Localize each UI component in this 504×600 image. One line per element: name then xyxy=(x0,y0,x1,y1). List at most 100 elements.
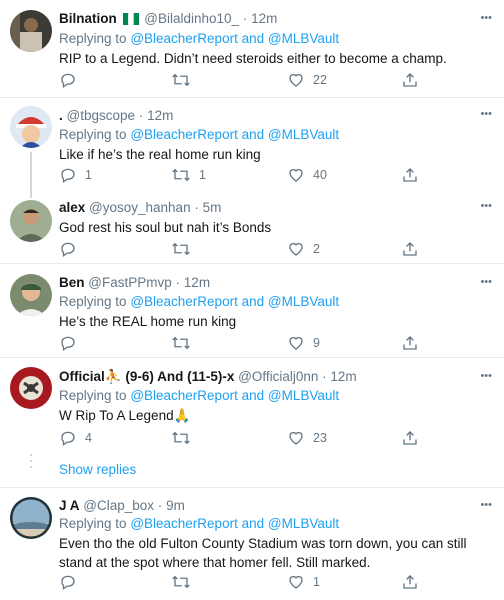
tweet-text: W Rip To A Legend🙏 xyxy=(59,408,191,423)
retweet-icon xyxy=(172,168,190,182)
reply-button[interactable] xyxy=(59,572,85,592)
retweet-button[interactable] xyxy=(171,572,199,592)
reply-button[interactable] xyxy=(59,70,85,90)
more-options-icon[interactable]: ••• xyxy=(480,200,492,212)
timestamp[interactable]: 12m xyxy=(330,369,356,384)
reply-count: 1 xyxy=(85,168,92,182)
more-options-icon[interactable]: ••• xyxy=(480,12,492,24)
tweet-text: He’s the REAL home run king xyxy=(59,314,237,329)
mention-link[interactable]: @BleacherReport xyxy=(130,31,238,46)
reply-button[interactable] xyxy=(59,333,85,353)
like-button[interactable]: 23 xyxy=(287,428,327,448)
reply-button[interactable]: 1 xyxy=(59,165,92,185)
retweet-button[interactable]: 1 xyxy=(171,165,206,185)
thread-line xyxy=(30,152,32,190)
retweet-icon xyxy=(172,336,190,350)
like-button[interactable]: 1 xyxy=(287,572,320,592)
reply-button[interactable]: 4 xyxy=(59,428,92,448)
timestamp[interactable]: 12m xyxy=(184,275,210,290)
tweet-actions: 1 xyxy=(59,572,479,592)
mention-link[interactable]: @MLBVault xyxy=(268,388,339,403)
share-button[interactable] xyxy=(401,333,419,353)
like-count: 22 xyxy=(313,73,327,87)
separator-dot: · xyxy=(138,108,144,123)
tweet-2[interactable]: . @tbgscope · 12m ••• Replying to @Bleac… xyxy=(0,98,504,190)
avatar[interactable] xyxy=(10,200,52,242)
display-name[interactable]: J A xyxy=(59,498,80,513)
display-name[interactable]: Bilnation xyxy=(59,11,117,26)
mention-link[interactable]: @BleacherReport xyxy=(130,294,238,309)
handle[interactable]: @Bilaldinho10_ xyxy=(144,11,239,26)
reply-button[interactable] xyxy=(59,239,85,259)
separator-dot: · xyxy=(194,200,199,215)
mention-link[interactable]: @BleacherReport xyxy=(130,127,238,142)
tweet-text: Even tho the old Fulton County Stadium w… xyxy=(59,536,467,570)
mention-link[interactable]: @BleacherReport xyxy=(130,388,238,403)
like-button[interactable]: 9 xyxy=(287,333,320,353)
separator-dot: · xyxy=(157,498,163,513)
reply-context: Replying to @BleacherReport and @MLBVaul… xyxy=(59,294,340,309)
tweet-3[interactable]: alex @yosoy_hanhan · 5m ••• God rest his… xyxy=(0,190,504,264)
tweet-1[interactable]: Bilnation @Bilaldinho10_ · 12m ••• Reply… xyxy=(0,0,504,98)
avatar[interactable] xyxy=(10,10,52,52)
share-button[interactable] xyxy=(401,70,419,90)
handle[interactable]: @yosoy_hanhan xyxy=(89,200,191,215)
tweet-5[interactable]: Official⛹ (9-6) And (11-5)-x @Officialj0… xyxy=(0,358,504,488)
mention-link[interactable]: @MLBVault xyxy=(268,31,339,46)
share-button[interactable] xyxy=(401,239,419,259)
mention-link[interactable]: @MLBVault xyxy=(268,294,339,309)
timestamp[interactable]: 5m xyxy=(203,200,222,215)
display-name[interactable]: Official xyxy=(59,369,105,384)
more-options-icon[interactable]: ••• xyxy=(480,370,492,382)
avatar[interactable] xyxy=(10,367,52,409)
tweet-6[interactable]: J A @Clap_box · 9m ••• Replying to @Blea… xyxy=(0,488,504,600)
retweet-button[interactable] xyxy=(171,428,199,448)
avatar[interactable] xyxy=(10,106,52,148)
reply-count: 4 xyxy=(85,431,92,445)
timestamp[interactable]: 12m xyxy=(251,11,277,26)
more-options-icon[interactable]: ••• xyxy=(480,276,492,288)
retweet-button[interactable] xyxy=(171,239,199,259)
timestamp[interactable]: 9m xyxy=(166,498,185,513)
display-name[interactable]: . xyxy=(59,108,63,123)
more-options-icon[interactable]: ••• xyxy=(480,499,492,511)
share-icon xyxy=(403,73,417,87)
separator-dot: · xyxy=(322,369,327,384)
handle[interactable]: @Clap_box xyxy=(83,498,154,513)
tweet-actions: 2 xyxy=(59,239,479,259)
reply-icon xyxy=(61,242,75,258)
share-button[interactable] xyxy=(401,572,419,592)
show-replies-link[interactable]: Show replies xyxy=(59,462,136,477)
mention-link[interactable]: @MLBVault xyxy=(268,516,339,531)
share-icon xyxy=(403,431,417,445)
like-count: 1 xyxy=(313,575,320,589)
retweet-icon xyxy=(172,575,190,589)
heart-icon xyxy=(289,242,303,256)
display-name-suffix[interactable]: (9-6) And (11-5)-x xyxy=(125,369,234,384)
avatar[interactable] xyxy=(10,274,52,316)
timestamp[interactable]: 12m xyxy=(147,108,173,123)
handle[interactable]: @FastPPmvp xyxy=(88,275,171,290)
display-name[interactable]: Ben xyxy=(59,275,85,290)
mention-link[interactable]: @MLBVault xyxy=(268,127,339,142)
tweet-text: RIP to a Legend. Didn’t need steroids ei… xyxy=(59,51,447,66)
share-button[interactable] xyxy=(401,428,419,448)
retweet-button[interactable] xyxy=(171,70,199,90)
handle[interactable]: @tbgscope xyxy=(67,108,136,123)
handle[interactable]: @Officialj0nn xyxy=(238,369,318,384)
basketball-player-emoji: ⛹ xyxy=(104,369,122,384)
like-button[interactable]: 22 xyxy=(287,70,327,90)
like-button[interactable]: 40 xyxy=(287,165,327,185)
display-name[interactable]: alex xyxy=(59,200,85,215)
tweet-actions: 4 23 xyxy=(59,428,479,448)
avatar[interactable] xyxy=(10,497,52,539)
like-count: 40 xyxy=(313,168,327,182)
like-button[interactable]: 2 xyxy=(287,239,320,259)
share-icon xyxy=(403,336,417,350)
tweet-4[interactable]: Ben @FastPPmvp · 12m ••• Replying to @Bl… xyxy=(0,264,504,358)
like-count: 23 xyxy=(313,431,327,445)
retweet-button[interactable] xyxy=(171,333,199,353)
mention-link[interactable]: @BleacherReport xyxy=(130,516,238,531)
more-options-icon[interactable]: ••• xyxy=(480,108,492,120)
share-button[interactable] xyxy=(401,165,419,185)
